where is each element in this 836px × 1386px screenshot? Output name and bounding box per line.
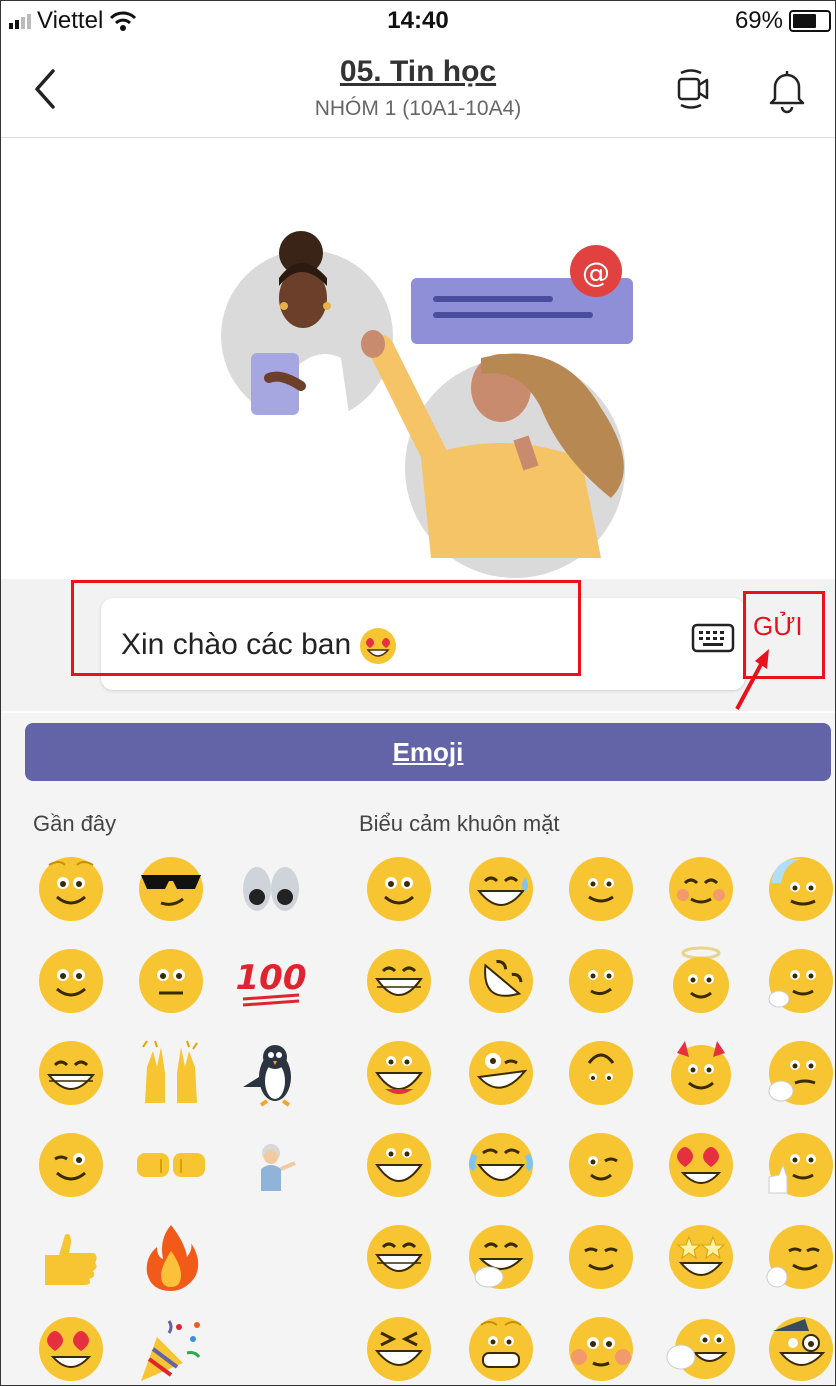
emoji-fire-icon[interactable] xyxy=(135,1221,207,1293)
message-highlight-box xyxy=(71,580,581,676)
svg-text:@: @ xyxy=(582,256,610,289)
emoji-cold-sweat-icon[interactable] xyxy=(765,853,836,925)
emoji-crazy-icon[interactable] xyxy=(465,1037,537,1109)
emoji-smiley-icon[interactable] xyxy=(363,853,435,925)
emoji-fist-bump-icon[interactable] xyxy=(135,1129,207,1201)
channel-header: 05. Tin học NHÓM 1 (10A1-10A4) xyxy=(1,43,835,138)
emoji-raised-hands-icon[interactable] xyxy=(135,1037,207,1109)
send-button[interactable]: GỬI xyxy=(753,611,803,642)
battery-percent: 69% xyxy=(734,7,783,34)
emoji-smirk-icon[interactable] xyxy=(565,945,637,1017)
emoji-halo-icon[interactable] xyxy=(665,945,737,1017)
emoji-laughing-icon[interactable] xyxy=(363,1129,435,1201)
emoji-smile-icon[interactable] xyxy=(35,853,107,925)
emoji-thumbs-face-icon[interactable] xyxy=(765,1129,836,1201)
bell-icon[interactable] xyxy=(765,65,809,115)
phone-screen: Viettel 14:40 69% 05. Tin học NHÓM 1 (10… xyxy=(0,0,836,1386)
tab-emoji-label: Emoji xyxy=(392,737,464,767)
emoji-grimace-icon[interactable] xyxy=(465,1313,537,1385)
emoji-sweat-smile-icon[interactable] xyxy=(465,853,537,925)
status-right: 69% xyxy=(735,7,831,35)
annotation-arrow-icon xyxy=(735,649,769,710)
emoji-devil-icon[interactable] xyxy=(665,1037,737,1109)
recent-section-label: Gần đây xyxy=(33,811,117,836)
emoji-sunglasses-icon[interactable] xyxy=(135,853,207,925)
emoji-rofl-icon[interactable] xyxy=(465,945,537,1017)
emoji-monocle-icon[interactable] xyxy=(765,1313,836,1385)
battery-icon xyxy=(789,10,831,32)
emoji-hundred-icon[interactable]: 100 xyxy=(235,945,307,1017)
emoji-grandma-icon[interactable] xyxy=(235,1129,307,1201)
emoji-heart-eyes-face-icon[interactable] xyxy=(665,1129,737,1201)
emoji-neutral-icon[interactable] xyxy=(135,945,207,1017)
emoji-flushed-icon[interactable] xyxy=(565,1313,637,1385)
emoji-relieved-icon[interactable] xyxy=(765,1221,836,1293)
emoji-eyes-icon[interactable] xyxy=(235,853,307,925)
emoji-joy-icon[interactable] xyxy=(465,1129,537,1201)
emoji-happy-blush-icon[interactable] xyxy=(665,853,737,925)
emoji-slight-smile-icon[interactable] xyxy=(35,945,107,1017)
emoji-wink-icon[interactable] xyxy=(35,1129,107,1201)
emoji-hug-icon[interactable] xyxy=(765,945,836,1017)
emoji-party-popper-icon[interactable] xyxy=(135,1313,207,1385)
emoji-wink-face-icon[interactable] xyxy=(565,1129,637,1201)
emoji-laugh-icon[interactable] xyxy=(363,1037,435,1109)
emoji-raised-brow-icon[interactable] xyxy=(565,1037,637,1109)
faces-section-label: Biểu cảm khuôn mặt xyxy=(359,811,560,836)
emoji-facepalm-laugh-icon[interactable] xyxy=(665,1313,737,1385)
tab-emoji[interactable]: Emoji xyxy=(25,723,831,781)
emoji-big-grin-icon[interactable] xyxy=(363,945,435,1017)
emoji-star-struck-icon[interactable] xyxy=(665,1221,737,1293)
emoji-thinking-icon[interactable] xyxy=(765,1037,836,1109)
emoji-hand-over-mouth-icon[interactable] xyxy=(465,1221,537,1293)
emoji-beaming-icon[interactable] xyxy=(363,1221,435,1293)
welcome-illustration: @ xyxy=(221,231,633,578)
status-bar: Viettel 14:40 69% xyxy=(1,1,835,41)
emoji-heart-eyes-icon[interactable] xyxy=(35,1313,107,1385)
emoji-content-icon[interactable] xyxy=(565,1221,637,1293)
emoji-grin-icon[interactable] xyxy=(35,1037,107,1109)
emoji-penguin-icon[interactable] xyxy=(235,1037,307,1109)
emoji-squint-laugh-icon[interactable] xyxy=(363,1313,435,1385)
hundred-text: 100 xyxy=(236,958,307,998)
meet-now-icon[interactable] xyxy=(671,65,715,115)
clock: 14:40 xyxy=(387,7,449,34)
emoji-blush-smile-icon[interactable] xyxy=(565,853,637,925)
emoji-thumbs-up-icon[interactable] xyxy=(35,1221,107,1293)
